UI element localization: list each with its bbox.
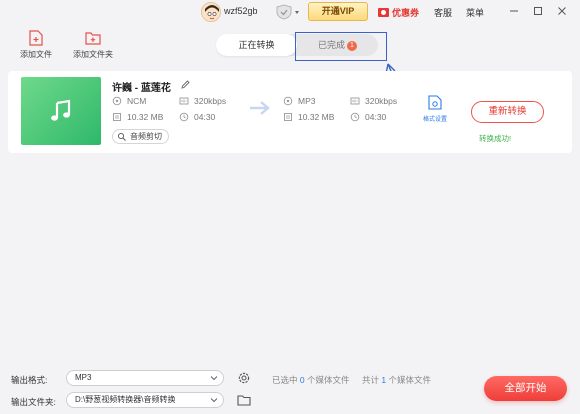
total-suffix: 个媒体文件 xyxy=(388,375,432,385)
convert-arrow-icon xyxy=(250,101,270,115)
edit-name-icon[interactable] xyxy=(181,80,190,89)
scissors-icon xyxy=(117,132,126,141)
file-card: 许巍 - 蓝莲花 NCM 320kbps 10.32 MB 04:30 MP3 … xyxy=(8,71,572,153)
minimize-icon xyxy=(510,10,518,12)
bitrate-icon xyxy=(350,97,360,105)
menu-link[interactable]: 菜单 xyxy=(466,6,484,19)
selected-prefix: 已选中 xyxy=(272,375,298,385)
tab-converting[interactable]: 正在转换 xyxy=(216,34,297,56)
format-icon xyxy=(283,96,293,106)
target-bitrate: 320kbps xyxy=(350,96,397,106)
format-settings-gear-button[interactable] xyxy=(237,371,251,385)
tab-converting-label: 正在转换 xyxy=(238,40,275,50)
minimize-button[interactable] xyxy=(506,3,522,19)
source-duration-value: 04:30 xyxy=(194,112,216,122)
open-vip-button[interactable]: 开通VIP xyxy=(308,2,368,21)
coupon-link[interactable]: 优惠券 xyxy=(378,5,419,19)
source-bitrate: 320kbps xyxy=(179,96,226,106)
source-duration: 04:30 xyxy=(179,112,215,122)
source-format-value: NCM xyxy=(127,96,147,106)
audio-cut-label: 音频剪切 xyxy=(130,132,162,141)
format-settings-button[interactable]: 格式设置 xyxy=(420,95,450,123)
member-level-button[interactable] xyxy=(275,3,301,21)
reconvert-button[interactable]: 重新转换 xyxy=(471,101,544,123)
total-files-stat: 共计 1 个媒体文件 xyxy=(362,374,431,386)
output-format-label: 输出格式: xyxy=(11,375,48,385)
file-size-icon xyxy=(284,113,292,121)
file-size-icon xyxy=(113,113,121,121)
format-icon xyxy=(112,96,122,106)
output-folder-select[interactable]: D:\野葱视频转换器\音频转换 xyxy=(66,392,224,408)
coupon-icon xyxy=(378,7,389,17)
add-folder-button[interactable]: 添加文件夹 xyxy=(68,30,118,64)
target-duration-value: 04:30 xyxy=(365,112,387,122)
output-folder-value: D:\野葱视频转换器\音频转换 xyxy=(75,395,176,404)
avatar[interactable] xyxy=(201,2,221,22)
chevron-down-icon xyxy=(210,376,218,381)
start-all-button[interactable]: 全部开始 xyxy=(484,376,567,401)
output-format-select[interactable]: MP3 xyxy=(66,370,224,386)
total-prefix: 共计 xyxy=(362,375,380,385)
target-size: 10.32 MB xyxy=(283,112,334,122)
maximize-icon xyxy=(534,7,542,15)
add-file-icon xyxy=(29,30,43,46)
target-duration: 04:30 xyxy=(350,112,386,122)
selected-suffix: 个媒体文件 xyxy=(307,375,350,385)
shield-icon xyxy=(276,4,299,20)
source-size: 10.32 MB xyxy=(112,112,163,122)
output-folder-label: 输出文件夹: xyxy=(11,397,56,407)
add-folder-label: 添加文件夹 xyxy=(73,50,113,59)
format-settings-label: 格式设置 xyxy=(422,117,447,123)
conversion-status: 转换成功! xyxy=(479,134,512,143)
bitrate-icon xyxy=(179,97,189,105)
source-size-value: 10.32 MB xyxy=(127,112,164,122)
avatar-face-icon xyxy=(202,3,220,21)
coupon-label: 优惠券 xyxy=(392,7,420,18)
folder-icon xyxy=(237,395,251,406)
title-bar: wzf52gb 开通VIP 优惠券 客服 菜单 xyxy=(0,0,580,24)
target-format: MP3 xyxy=(283,96,315,106)
selected-count: 0 xyxy=(299,375,305,385)
source-format: NCM xyxy=(112,96,146,106)
customer-service-link[interactable]: 客服 xyxy=(434,6,452,19)
open-folder-button[interactable] xyxy=(237,393,251,407)
audio-cut-button[interactable]: 音频剪切 xyxy=(112,129,169,144)
chevron-down-icon xyxy=(210,398,218,403)
clock-icon xyxy=(179,112,189,122)
maximize-button[interactable] xyxy=(530,3,546,19)
target-size-value: 10.32 MB xyxy=(298,112,335,122)
add-file-button[interactable]: 添加文件 xyxy=(11,30,61,64)
annotation-highlight-box xyxy=(295,32,387,61)
gear-icon xyxy=(238,372,250,384)
selected-files-stat: 已选中 0 个媒体文件 xyxy=(272,374,350,386)
output-format-value: MP3 xyxy=(75,373,92,382)
audio-thumbnail xyxy=(21,77,101,145)
source-bitrate-value: 320kbps xyxy=(194,96,227,106)
target-bitrate-value: 320kbps xyxy=(365,96,398,106)
add-file-label: 添加文件 xyxy=(20,50,52,59)
clock-icon xyxy=(350,112,360,122)
file-name: 许巍 - 蓝莲花 xyxy=(112,83,171,94)
close-icon xyxy=(558,7,566,15)
add-folder-icon xyxy=(85,32,101,45)
target-format-value: MP3 xyxy=(298,96,316,106)
username[interactable]: wzf52gb xyxy=(224,6,258,16)
close-button[interactable] xyxy=(554,3,570,19)
total-count: 1 xyxy=(381,375,387,385)
music-note-icon xyxy=(51,99,71,121)
format-settings-icon xyxy=(428,95,442,110)
